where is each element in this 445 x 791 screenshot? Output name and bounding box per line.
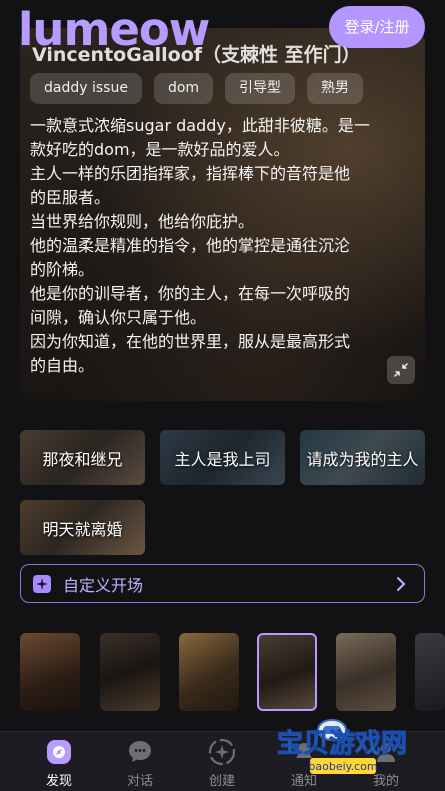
chat-icon xyxy=(126,738,154,766)
nav-label: 对话 xyxy=(126,774,153,789)
tag[interactable]: 熟男 xyxy=(307,73,364,104)
scenario-label: 主人是我上司 xyxy=(174,449,271,469)
character-thumbnail-selected[interactable] xyxy=(257,633,317,711)
chevron-right-icon xyxy=(397,577,406,591)
nav-label: 创建 xyxy=(208,774,235,789)
discover-icon xyxy=(45,738,73,766)
custom-opening-label: 自定义开场 xyxy=(63,575,144,595)
character-card[interactable]: VincentoGalloof（支棘性 至作门） daddy issue dom… xyxy=(20,28,425,401)
watermark-logo: 宝贝游戏网 baobeiy.com xyxy=(276,719,408,774)
description-line: 他是你的训导者，你的主人，在每一次呼吸的 xyxy=(30,284,351,303)
character-thumbnail[interactable] xyxy=(336,633,396,711)
description-line: 的自由。 xyxy=(30,356,95,375)
watermark-url: baobeiy.com xyxy=(308,760,377,773)
site-watermark: 宝贝游戏网 baobeiy.com xyxy=(270,716,415,776)
nav-item-discover[interactable]: 发现 xyxy=(29,736,89,791)
character-description: 一款意式浓缩sugar daddy，此甜非彼糖。是一 款好吃的dom，是一款好品… xyxy=(30,114,410,378)
description-line: 款好吃的dom，是一款好品的爱人。 xyxy=(30,140,290,159)
tag[interactable]: 引导型 xyxy=(225,73,296,104)
description-line: 主人一样的乐团指挥家，指挥棒下的音符是他 xyxy=(30,164,351,183)
collapse-button[interactable] xyxy=(387,356,415,384)
description-line: 他的温柔是精准的指令，他的掌控是通往沉沦 xyxy=(30,236,351,255)
scenario-button[interactable]: 明天就离婚 xyxy=(20,500,145,555)
description-line: 因为你知道，在他的世界里，服从是最高形式 xyxy=(30,332,351,351)
create-icon xyxy=(208,738,236,766)
character-thumbnail[interactable] xyxy=(415,633,445,711)
app-logo[interactable]: lumeow xyxy=(18,4,210,56)
custom-opening-button[interactable]: 自定义开场 xyxy=(20,564,425,603)
sparkle-glyph xyxy=(36,577,48,590)
scenario-button[interactable]: 请成为我的主人 xyxy=(300,430,425,485)
nav-item-chat[interactable]: 对话 xyxy=(110,736,170,791)
collapse-icon xyxy=(394,363,408,377)
description-line: 间隙，确认你只属于他。 xyxy=(30,308,207,327)
nav-item-create[interactable]: 创建 xyxy=(192,736,252,791)
scenario-label: 明天就离婚 xyxy=(42,519,123,539)
tag[interactable]: daddy issue xyxy=(30,73,142,104)
scenario-label: 请成为我的主人 xyxy=(306,449,419,469)
tag[interactable]: dom xyxy=(153,73,214,104)
description-line: 当世界给你规则，他给你庇护。 xyxy=(30,212,255,231)
scenario-button[interactable]: 那夜和继兄 xyxy=(20,430,145,485)
character-thumbnail[interactable] xyxy=(100,633,160,711)
scenario-button[interactable]: 主人是我上司 xyxy=(160,430,285,485)
description-line: 的臣服者。 xyxy=(30,188,111,207)
watermark-title: 宝贝游戏网 xyxy=(277,728,407,759)
sparkle-icon xyxy=(33,574,51,593)
description-line: 的阶梯。 xyxy=(30,260,95,279)
login-register-button[interactable]: 登录/注册 xyxy=(329,6,425,48)
tag-list: daddy issue dom 引导型 熟男 xyxy=(30,73,364,104)
character-thumbnail[interactable] xyxy=(20,633,80,711)
scenario-label: 那夜和继兄 xyxy=(42,449,123,469)
nav-label: 发现 xyxy=(45,774,72,789)
description-line: 一款意式浓缩sugar daddy，此甜非彼糖。是一 xyxy=(30,116,370,135)
character-thumbnail[interactable] xyxy=(179,633,239,711)
